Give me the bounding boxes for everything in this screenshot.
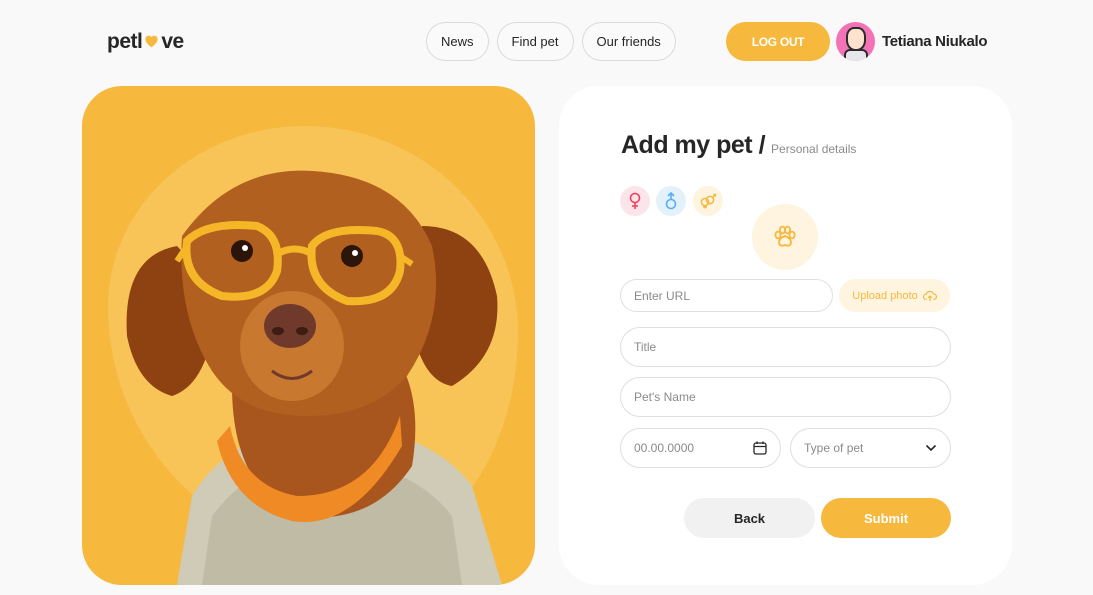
nav-news[interactable]: News	[426, 22, 489, 61]
logout-button[interactable]: LOG OUT	[726, 22, 830, 61]
multiple-sex-icon[interactable]	[693, 186, 723, 216]
hero-image	[82, 86, 535, 585]
submit-button[interactable]: Submit	[821, 498, 951, 538]
chevron-down-icon	[925, 444, 937, 452]
form-title-main: Add my pet /	[621, 131, 766, 159]
photo-url-input[interactable]: Enter URL	[620, 279, 833, 312]
pet-name-placeholder: Pet's Name	[634, 390, 696, 404]
pet-name-input[interactable]: Pet's Name	[620, 377, 951, 417]
photo-url-placeholder: Enter URL	[634, 288, 691, 303]
birthday-placeholder: 00.00.0000	[634, 441, 695, 455]
nav-find-pet[interactable]: Find pet	[496, 22, 574, 61]
calendar-icon[interactable]	[753, 441, 767, 455]
main-nav: News Find pet Our friends	[426, 22, 676, 61]
upload-photo-label: Upload photo	[852, 289, 918, 302]
upload-photo-button[interactable]: Upload photo	[839, 279, 950, 312]
back-button[interactable]: Back	[684, 498, 815, 538]
dog-with-glasses-photo	[126, 170, 502, 585]
form-title: Add my pet / Personal details	[621, 131, 856, 160]
logo[interactable]: petl ve	[107, 30, 184, 54]
user-name[interactable]: Tetiana Niukalo	[882, 33, 988, 50]
female-icon[interactable]	[620, 186, 650, 216]
pet-type-placeholder: Type of pet	[804, 441, 864, 455]
birthday-input[interactable]: 00.00.0000	[620, 428, 781, 468]
male-icon[interactable]	[656, 186, 686, 216]
add-pet-form: Add my pet / Personal details Enter URL …	[559, 86, 1012, 585]
title-placeholder: Title	[634, 340, 657, 354]
heart-icon	[143, 32, 160, 53]
user-profile[interactable]: Tetiana Niukalo	[836, 22, 988, 61]
pet-type-select[interactable]: Type of pet	[790, 428, 951, 468]
logo-text-end: ve	[161, 30, 184, 53]
paw-icon	[752, 204, 818, 270]
title-input[interactable]: Title	[620, 327, 951, 367]
nav-our-friends[interactable]: Our friends	[581, 22, 676, 61]
upload-cloud-icon	[922, 290, 937, 301]
user-avatar[interactable]	[836, 22, 875, 61]
logo-text-start: petl	[107, 30, 143, 53]
form-title-subtitle: Personal details	[771, 142, 857, 156]
